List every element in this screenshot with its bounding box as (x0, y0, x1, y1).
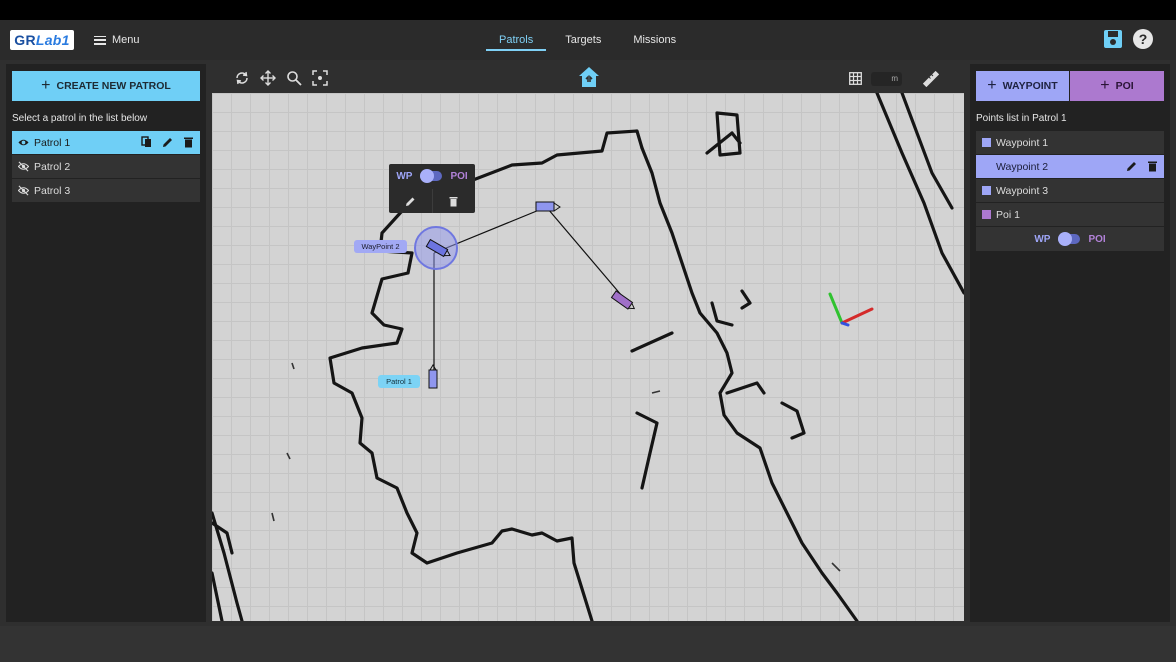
app-header: GR Lab1 Menu Patrols Targets Missions ? (0, 20, 1176, 60)
add-poi-label: POI (1115, 80, 1134, 92)
edit-icon[interactable] (162, 136, 173, 148)
points-panel: + WAYPOINT + POI Points list in Patrol 1… (970, 64, 1170, 622)
eye-off-icon[interactable] (18, 161, 29, 172)
patrol-row[interactable]: Patrol 2 (12, 155, 200, 178)
point-row[interactable]: Waypoint 2 (976, 155, 1164, 178)
patrol-list: Patrol 1 Patrol 2 Patrol 3 (12, 131, 200, 203)
top-band (0, 0, 1176, 20)
patrol-1-tag[interactable]: Patrol 1 (378, 375, 420, 388)
plus-icon: + (987, 77, 997, 94)
wp-label: WP (1034, 233, 1051, 245)
patrol-list-caption: Select a patrol in the list below (12, 113, 148, 124)
points-type-toggle: WP POI (976, 227, 1164, 251)
create-new-patrol-button[interactable]: + CREATE NEW PATROL (12, 71, 200, 101)
points-list: Waypoint 1 Waypoint 2 Waypoint 3 Poi 1 (976, 131, 1164, 227)
copy-icon[interactable] (141, 136, 152, 148)
add-waypoint-label: WAYPOINT (1002, 80, 1058, 92)
add-poi-button[interactable]: + POI (1070, 71, 1164, 101)
rotate-icon[interactable] (234, 70, 250, 86)
popup-delete-button[interactable] (431, 189, 476, 213)
tab-targets[interactable]: Targets (552, 20, 614, 60)
waypoint-marker[interactable] (535, 201, 561, 212)
point-row[interactable]: Waypoint 1 (976, 131, 1164, 154)
patrol-row-actions (141, 136, 194, 148)
waypoint-2-tag[interactable]: WayPoint 2 (354, 240, 407, 253)
grid-icon[interactable] (849, 72, 862, 85)
points-list-caption: Points list in Patrol 1 (976, 113, 1067, 124)
switch-knob (420, 169, 435, 183)
save-icon[interactable] (1103, 29, 1123, 49)
menu-button[interactable]: Menu (94, 32, 140, 48)
patrol-row[interactable]: Patrol 1 (12, 131, 200, 154)
tab-missions[interactable]: Missions (620, 20, 689, 60)
waypoint-square-icon (982, 138, 991, 147)
app-logo: GR Lab1 (10, 30, 74, 50)
poi-square-icon (982, 210, 991, 219)
edit-icon (405, 197, 415, 206)
wp-poi-switch[interactable] (420, 169, 443, 183)
delete-icon (449, 196, 458, 206)
patrol-label: Patrol 3 (34, 184, 71, 197)
zoom-icon[interactable] (286, 70, 302, 86)
point-label: Poi 1 (996, 208, 1020, 221)
axis-gizmo (828, 292, 874, 327)
popup-actions (389, 189, 475, 213)
main-tabs: Patrols Targets Missions (486, 20, 689, 60)
plus-icon: + (1100, 77, 1110, 94)
map-toolbar: m (212, 64, 964, 93)
point-label: Waypoint 1 (996, 136, 1049, 149)
plus-icon: + (41, 77, 51, 94)
logo-text-right: Lab1 (35, 32, 70, 48)
poi-marker[interactable] (610, 290, 637, 312)
grid-scale-input[interactable]: m (871, 72, 902, 86)
delete-icon[interactable] (1147, 160, 1158, 172)
point-row[interactable]: Poi 1 (976, 203, 1164, 226)
focus-icon[interactable] (312, 70, 328, 86)
patrol-row[interactable]: Patrol 3 (12, 179, 200, 202)
patrol-path (433, 207, 623, 375)
tab-patrols[interactable]: Patrols (486, 20, 547, 60)
poi-label: POI (1088, 233, 1106, 245)
bottom-bar (0, 626, 1176, 662)
marker-context-popup: WP POI (389, 164, 475, 213)
popup-edit-button[interactable] (389, 189, 432, 213)
point-label: Waypoint 2 (996, 160, 1049, 173)
poi-label: POI (450, 170, 468, 182)
ruler-icon[interactable] (923, 71, 939, 87)
patrol-label: Patrol 2 (34, 160, 71, 173)
eye-off-icon[interactable] (18, 185, 29, 196)
occupancy-map (212, 93, 964, 621)
menu-label: Menu (112, 34, 140, 46)
waypoint-square-icon (982, 186, 991, 195)
help-icon[interactable]: ? (1133, 29, 1153, 49)
switch-knob (1058, 232, 1073, 246)
point-row[interactable]: Waypoint 3 (976, 179, 1164, 202)
eye-icon[interactable] (18, 137, 29, 148)
patrol-label: Patrol 1 (34, 136, 71, 149)
map-canvas[interactable]: WayPoint 2 Patrol 1 WP POI (212, 93, 964, 621)
delete-icon[interactable] (183, 136, 194, 148)
point-row-actions (1126, 160, 1158, 172)
waypoint-marker[interactable] (428, 364, 438, 389)
wp-label: WP (396, 170, 413, 182)
move-icon[interactable] (260, 70, 276, 86)
home-icon[interactable] (577, 65, 601, 89)
create-new-patrol-label: CREATE NEW PATROL (56, 80, 171, 92)
point-label: Waypoint 3 (996, 184, 1049, 197)
wp-poi-toggle-row: WP POI (389, 164, 475, 188)
add-waypoint-button[interactable]: + WAYPOINT (976, 71, 1069, 101)
help-glyph: ? (1138, 31, 1148, 47)
hamburger-icon (94, 35, 106, 45)
patrols-panel: + CREATE NEW PATROL Select a patrol in t… (6, 64, 206, 622)
logo-text-left: GR (14, 32, 36, 48)
edit-icon[interactable] (1126, 160, 1137, 172)
wp-poi-switch[interactable] (1058, 232, 1081, 246)
map-walls (212, 93, 964, 621)
